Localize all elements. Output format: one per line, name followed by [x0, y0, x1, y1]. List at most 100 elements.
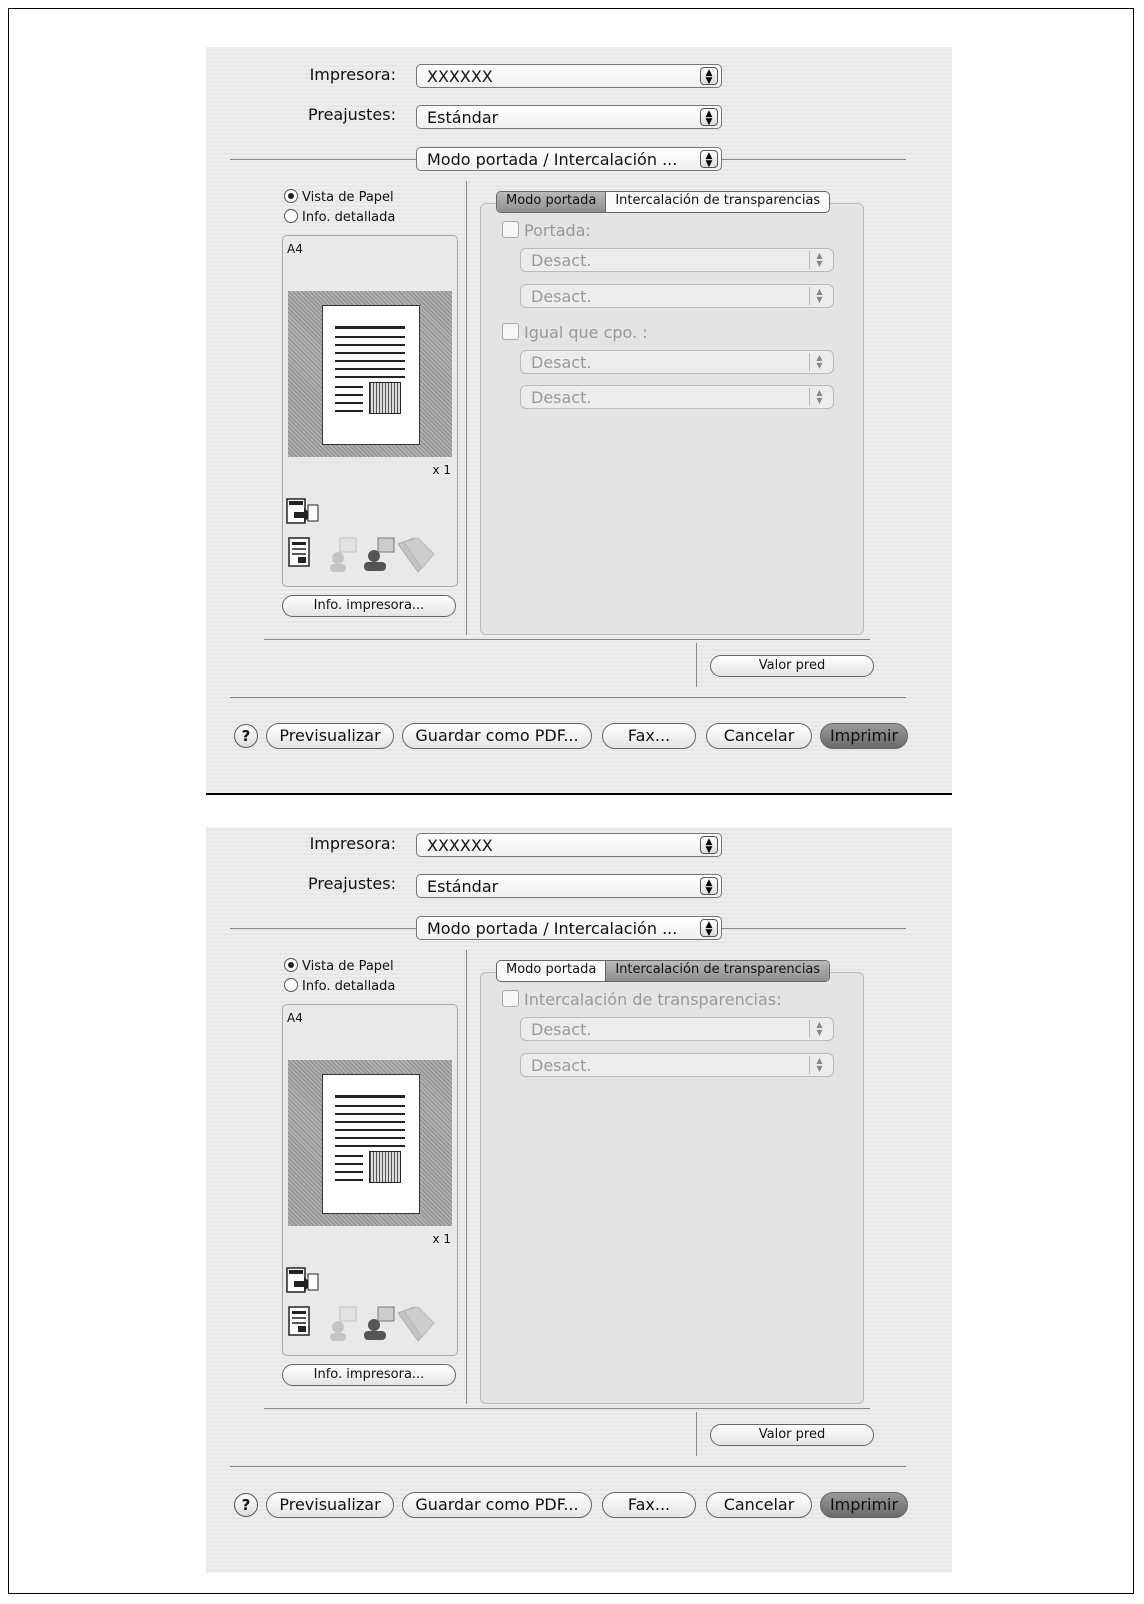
radio-paper-view-label: Vista de Papel — [302, 959, 394, 974]
updown-arrows-icon: ▲ ▼ — [700, 877, 718, 896]
radio-detailed-info-label: Info. detallada — [302, 979, 396, 994]
checkbox-icon — [502, 990, 519, 1007]
page-preview-area — [288, 291, 452, 457]
image-placeholder-icon — [369, 1151, 401, 1183]
paper-preview: A4 x 1 — [282, 235, 458, 587]
printer-info-button[interactable]: Info. impresora... — [282, 1364, 456, 1386]
divider — [696, 643, 697, 687]
updown-arrows-icon: ▲ ▼ — [809, 388, 829, 406]
printer-label: Impresora: — [309, 834, 396, 853]
help-button[interactable]: ? — [234, 724, 258, 748]
cancel-button[interactable]: Cancelar — [706, 723, 812, 749]
save-as-pdf-button[interactable]: Guardar como PDF... — [402, 1492, 592, 1518]
cover-checkbox-label: Portada: — [524, 221, 591, 240]
divider — [264, 639, 870, 640]
radio-paper-view[interactable]: Vista de Papel — [284, 189, 394, 205]
preview-button[interactable]: Previsualizar — [266, 1492, 394, 1518]
default-values-button[interactable]: Valor pred — [710, 1424, 874, 1446]
paper-preview: A4 x 1 — [282, 1004, 458, 1356]
printer-info-button[interactable]: Info. impresora... — [282, 595, 456, 617]
finishing-icons — [288, 537, 435, 573]
printer-label: Impresora: — [309, 65, 396, 84]
preview-button[interactable]: Previsualizar — [266, 723, 394, 749]
updown-arrows-icon: ▲ ▼ — [809, 1056, 829, 1074]
page-thumbnail — [322, 305, 420, 445]
radio-selected-icon — [284, 958, 298, 972]
cover-select-1[interactable]: Desact. ▲ ▼ — [520, 248, 834, 272]
print-button[interactable]: Imprimir — [820, 1492, 908, 1518]
fax-button[interactable]: Fax... — [602, 1492, 696, 1518]
image-placeholder-icon — [369, 382, 401, 414]
divider — [230, 1466, 906, 1467]
tab-transparency-interleave[interactable]: Intercalación de transparencias — [605, 192, 829, 212]
panel-select[interactable]: Modo portada / Intercalación ... ▲ ▼ — [416, 147, 722, 171]
radio-detailed-info[interactable]: Info. detallada — [284, 978, 395, 994]
cover-select-2-value: Desact. — [531, 287, 592, 306]
panel-value: Modo portada / Intercalación ... — [427, 150, 678, 169]
panel-value: Modo portada / Intercalación ... — [427, 919, 678, 938]
page-preview-area — [288, 1060, 452, 1226]
default-values-button[interactable]: Valor pred — [710, 655, 874, 677]
collate-output-icon — [286, 498, 319, 524]
paper-size-label: A4 — [287, 242, 303, 256]
collate-output-icon — [286, 1267, 319, 1293]
cover-checkbox[interactable]: Portada: — [502, 221, 591, 240]
save-as-pdf-button[interactable]: Guardar como PDF... — [402, 723, 592, 749]
page-thumbnail — [322, 1074, 420, 1214]
transparency-interleave-checkbox[interactable]: Intercalación de transparencias: — [502, 990, 781, 1009]
print-button[interactable]: Imprimir — [820, 723, 908, 749]
document-icon — [288, 1306, 310, 1336]
updown-arrows-icon: ▲ ▼ — [809, 251, 829, 269]
updown-arrows-icon: ▲ ▼ — [809, 287, 829, 305]
radio-paper-view[interactable]: Vista de Papel — [284, 958, 394, 974]
tab-cover-mode[interactable]: Modo portada — [497, 192, 606, 212]
presets-value: Estándar — [427, 877, 499, 896]
divider — [230, 697, 906, 698]
divider — [722, 159, 906, 160]
help-button[interactable]: ? — [234, 1493, 258, 1517]
stacked-papers-icon — [397, 1306, 435, 1342]
cover-select-1-value: Desact. — [531, 251, 592, 270]
updown-arrows-icon: ▲ ▼ — [809, 1020, 829, 1038]
checkbox-icon — [502, 221, 519, 238]
printer-value: XXXXXX — [427, 67, 493, 86]
user-box-icon — [330, 537, 357, 572]
updown-arrows-icon: ▲ ▼ — [809, 353, 829, 371]
tab-bar: Modo portada Intercalación de transparen… — [496, 960, 831, 982]
presets-select[interactable]: Estándar ▲ ▼ — [416, 874, 722, 898]
updown-arrows-icon: ▲ ▼ — [700, 150, 718, 169]
print-dialog-cover-mode: Impresora: XXXXXX ▲ ▼ Preajustes: Estánda… — [206, 47, 952, 795]
presets-value: Estándar — [427, 108, 499, 127]
same-as-body-checkbox[interactable]: Igual que cpo. : — [502, 323, 648, 342]
divider — [230, 928, 416, 929]
presets-select[interactable]: Estándar ▲ ▼ — [416, 105, 722, 129]
printer-select[interactable]: XXXXXX ▲ ▼ — [416, 64, 722, 88]
radio-unselected-icon — [284, 978, 298, 992]
updown-arrows-icon: ▲ ▼ — [700, 108, 718, 127]
body-select-2-value: Desact. — [531, 388, 592, 407]
transparency-interleave-label: Intercalación de transparencias: — [524, 990, 782, 1009]
presets-label: Preajustes: — [307, 874, 396, 893]
paper-size-label: A4 — [287, 1011, 303, 1025]
tab-cover-mode[interactable]: Modo portada — [497, 961, 605, 981]
body-select-2[interactable]: Desact. ▲ ▼ — [520, 385, 834, 409]
interleave-select-2-value: Desact. — [531, 1056, 592, 1075]
radio-paper-view-label: Vista de Papel — [302, 190, 394, 205]
panel-select[interactable]: Modo portada / Intercalación ... ▲ ▼ — [416, 916, 722, 940]
presets-label: Preajustes: — [307, 105, 396, 124]
updown-arrows-icon: ▲ ▼ — [700, 836, 718, 855]
divider — [722, 928, 906, 929]
interleave-select-1[interactable]: Desact. ▲ ▼ — [520, 1017, 834, 1041]
radio-detailed-info[interactable]: Info. detallada — [284, 209, 395, 225]
radio-unselected-icon — [284, 209, 298, 223]
cover-select-2[interactable]: Desact. ▲ ▼ — [520, 284, 834, 308]
interleave-select-2[interactable]: Desact. ▲ ▼ — [520, 1053, 834, 1077]
body-select-1[interactable]: Desact. ▲ ▼ — [520, 350, 834, 374]
printer-value: XXXXXX — [427, 836, 493, 855]
print-dialog-transparency-interleave: Impresora: XXXXXX ▲ ▼ Preajustes: Estánda… — [206, 827, 952, 1573]
fax-button[interactable]: Fax... — [602, 723, 696, 749]
stacked-papers-icon — [397, 537, 435, 573]
tab-transparency-interleave[interactable]: Intercalación de transparencias — [605, 961, 830, 981]
cancel-button[interactable]: Cancelar — [706, 1492, 812, 1518]
printer-select[interactable]: XXXXXX ▲ ▼ — [416, 833, 722, 857]
